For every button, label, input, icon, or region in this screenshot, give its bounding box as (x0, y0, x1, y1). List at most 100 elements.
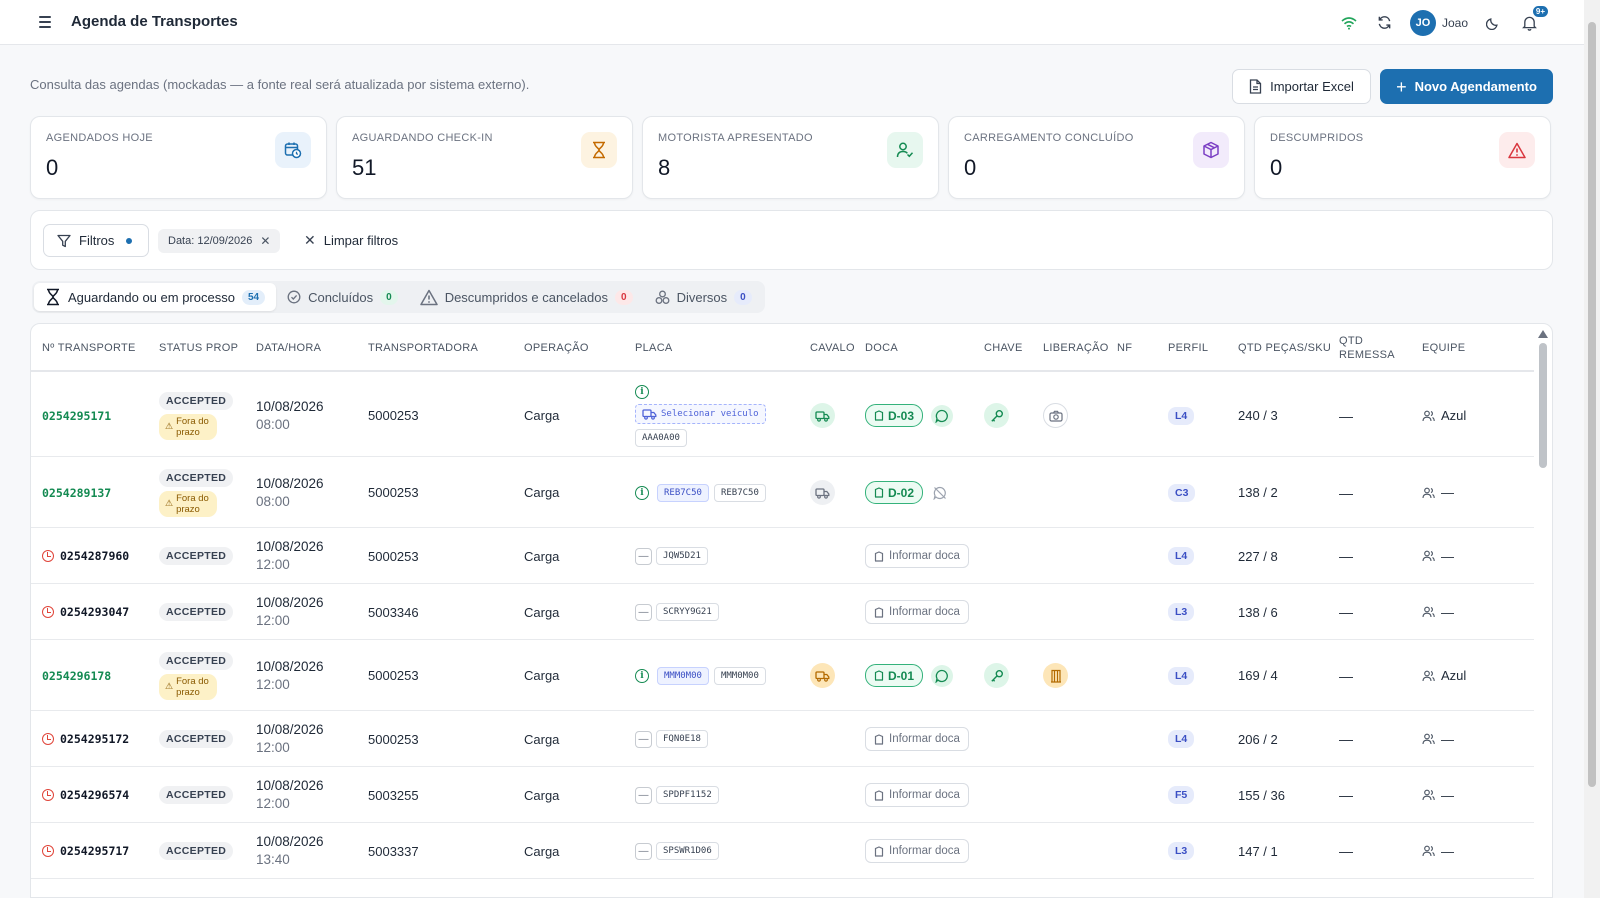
stat-card-1[interactable]: AGUARDANDO CHECK-IN 51 (336, 116, 633, 199)
avatar[interactable]: JO (1409, 9, 1436, 36)
plate-badge[interactable]: REB7C50 (657, 483, 709, 502)
import-excel-button[interactable]: Importar Excel (1232, 69, 1371, 104)
filters-bar: Filtros Data: 12/09/2026 ✕ ✕ Limpar filt… (30, 210, 1553, 270)
truck-icon[interactable] (810, 480, 835, 505)
table-row[interactable]: 0254296574 ACCEPTED 10/08/2026 12:00 5003255… (31, 767, 1534, 823)
bell-icon[interactable]: 9+ (1518, 4, 1549, 34)
dock-chip[interactable]: D-02 (865, 481, 924, 504)
users-icon (1422, 550, 1435, 562)
column-header-11[interactable]: PERFIL (1168, 324, 1233, 372)
transport-number[interactable]: 0254295172 (60, 732, 129, 746)
remove-plate-button[interactable]: — (635, 786, 652, 804)
transport-number[interactable]: 0254296574 (60, 788, 129, 802)
remove-plate-button[interactable]: — (635, 842, 652, 860)
menu-icon[interactable] (36, 13, 54, 31)
message-icon[interactable] (931, 404, 954, 427)
table-row[interactable]: 0254293047 ACCEPTED 10/08/2026 12:00 5003346… (31, 584, 1534, 640)
column-header-9[interactable]: LIBERAÇÃO (1043, 324, 1115, 372)
stat-card-0[interactable]: AGENDADOS HOJE 0 (30, 116, 327, 199)
column-header-12[interactable]: QTD PEÇAS/SKU (1238, 324, 1333, 372)
key-icon[interactable] (984, 403, 1009, 428)
refresh-icon[interactable] (1374, 12, 1396, 34)
table-row[interactable]: 0254296178 ACCEPTED ⚠ Fora do prazo 10/08/202… (31, 640, 1534, 711)
clear-filters-button[interactable]: ✕ Limpar filtros (304, 228, 398, 252)
column-header-7[interactable]: DOCA (865, 324, 980, 372)
select-vehicle-button[interactable]: Selecionar veículo (635, 403, 766, 424)
transport-number-cell[interactable]: 0254295717 (42, 823, 129, 879)
set-dock-button[interactable]: Informar doca (865, 839, 969, 863)
close-icon[interactable]: ✕ (260, 234, 270, 248)
remove-plate-button[interactable]: — (635, 730, 652, 748)
stat-card-4[interactable]: DESCUMPRIDOS 0 (1254, 116, 1551, 199)
plate-badge[interactable]: MMM0M00 (657, 666, 709, 685)
transport-number-cell[interactable]: 0254296574 (42, 767, 129, 823)
remove-plate-button[interactable]: — (635, 603, 652, 621)
truck-icon[interactable] (810, 403, 835, 428)
tab-3[interactable]: Diversos 0 (644, 283, 763, 311)
transport-number[interactable]: 0254287960 (60, 549, 129, 563)
transport-number-cell[interactable]: 0254295172 (42, 711, 129, 767)
transport-number-cell[interactable]: 0254296178 (42, 640, 111, 711)
status-badge: ACCEPTED (159, 786, 234, 804)
tab-1[interactable]: Concluídos 0 (276, 283, 409, 311)
filters-button[interactable]: Filtros (43, 224, 149, 257)
tab-2[interactable]: Descumpridos e cancelados 0 (409, 283, 644, 311)
remove-plate-button[interactable]: — (635, 547, 652, 565)
tab-label: Aguardando ou em processo (68, 289, 235, 305)
transport-number[interactable]: 0254295717 (60, 844, 129, 858)
column-header-14[interactable]: EQUIPE (1422, 324, 1522, 372)
column-header-6[interactable]: CAVALO (810, 324, 862, 372)
message-off-icon[interactable] (933, 486, 947, 500)
set-dock-button[interactable]: Informar doca (865, 600, 969, 624)
transport-number-cell[interactable]: 0254289137 (42, 457, 111, 528)
date-filter-label: Data: 12/09/2026 (168, 235, 253, 247)
stat-card-3[interactable]: CARREGAMENTO CONCLUÍDO 0 (948, 116, 1245, 199)
transport-number[interactable]: 0254293047 (60, 605, 129, 619)
column-header-3[interactable]: TRANSPORTADORA (368, 324, 518, 372)
dock-chip[interactable]: D-01 (865, 664, 924, 687)
table-row[interactable]: 0254287960 ACCEPTED 10/08/2026 12:00 5000253… (31, 528, 1534, 584)
users-icon (1422, 487, 1435, 499)
camera-icon[interactable] (1043, 403, 1068, 428)
team: Azul (1422, 668, 1466, 683)
info-icon[interactable]: i (635, 384, 649, 399)
gate-icon[interactable] (1043, 663, 1068, 688)
stat-card-2[interactable]: MOTORISTA APRESENTADO 8 (642, 116, 939, 199)
message-icon[interactable] (931, 664, 954, 687)
key-icon[interactable] (984, 663, 1009, 688)
column-header-2[interactable]: DATA/HORA (256, 324, 361, 372)
set-dock-button[interactable]: Informar doca (865, 727, 969, 751)
table-scrollbar[interactable] (1538, 330, 1548, 470)
column-header-5[interactable]: PLACA (635, 324, 805, 372)
table-row[interactable]: 0254295717 ACCEPTED 10/08/2026 13:40 5003337… (31, 823, 1534, 879)
table-row[interactable]: 0254295172 ACCEPTED 10/08/2026 12:00 5000253… (31, 711, 1534, 767)
column-header-1[interactable]: STATUS PROP (159, 324, 249, 372)
stat-card-value: 0 (46, 155, 59, 180)
set-dock-button[interactable]: Informar doca (865, 544, 969, 568)
transport-number-cell[interactable]: 0254287960 (42, 528, 129, 584)
table-row[interactable]: 0254295171 ACCEPTED ⚠ Fora do prazo 10/08/202… (31, 374, 1534, 457)
new-schedule-button[interactable]: + Novo Agendamento (1380, 69, 1553, 104)
info-icon[interactable]: i (635, 485, 649, 500)
truck-icon[interactable] (810, 663, 835, 688)
table-row[interactable]: 0254289137 ACCEPTED ⚠ Fora do prazo 10/08/202… (31, 457, 1534, 528)
transport-number[interactable]: 0254296178 (42, 669, 111, 683)
transport-number[interactable]: 0254295171 (42, 409, 111, 423)
column-header-8[interactable]: CHAVE (984, 324, 1039, 372)
profile-badge: L4 (1168, 547, 1195, 565)
dock-chip[interactable]: D-03 (865, 404, 924, 427)
transport-number-cell[interactable]: 0254293047 (42, 584, 129, 640)
moon-icon[interactable] (1482, 12, 1504, 34)
date-filter-chip[interactable]: Data: 12/09/2026 ✕ (158, 229, 281, 253)
column-header-13[interactable]: QTD REMESSA (1339, 324, 1419, 372)
column-header-0[interactable]: Nº TRANSPORTE (42, 324, 152, 372)
set-dock-button[interactable]: Informar doca (865, 783, 969, 807)
column-header-4[interactable]: OPERAÇÃO (524, 324, 624, 372)
tab-0[interactable]: Aguardando ou em processo 54 (34, 283, 277, 311)
page-scrollbar[interactable] (1584, 0, 1600, 898)
column-header-10[interactable]: NF (1117, 324, 1162, 372)
info-icon[interactable]: i (635, 668, 649, 683)
transport-number[interactable]: 0254289137 (42, 486, 111, 500)
user-name[interactable]: Joao (1442, 16, 1468, 30)
transport-number-cell[interactable]: 0254295171 (42, 374, 111, 457)
